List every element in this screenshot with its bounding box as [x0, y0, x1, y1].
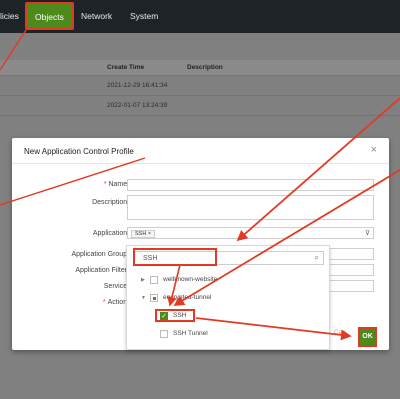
row-create-time: 2022-01-07 13:24:39 — [107, 102, 168, 109]
tree-item-wellknown-website[interactable]: wellknown-website — [163, 276, 217, 283]
top-nav: licies Objects Network System — [0, 0, 400, 33]
nav-item-network[interactable]: Network — [81, 11, 112, 21]
tree-checkbox[interactable] — [150, 276, 158, 284]
nav-item-system[interactable]: System — [130, 11, 158, 21]
table-row[interactable]: 2021-12-29 16:41:34 — [0, 76, 400, 96]
name-input[interactable] — [127, 179, 374, 191]
ok-button[interactable]: OK — [358, 327, 377, 347]
application-filter-label: Application Filter : — [75, 267, 131, 274]
nav-item-objects[interactable]: Objects — [25, 2, 74, 30]
application-label: Application : — [92, 230, 131, 237]
ssh-annotation-box — [155, 309, 195, 322]
tree-item-encrypted-tunnel[interactable]: encrypted-tunnel — [163, 294, 211, 301]
dialog-title: New Application Control Profile — [24, 147, 134, 156]
application-tag-ssh[interactable]: SSH × — [131, 230, 156, 238]
nav-item-objects-label: Objects — [35, 12, 64, 22]
collapse-arrow-icon[interactable]: ▼ — [141, 295, 146, 301]
close-icon[interactable]: × — [371, 144, 377, 156]
table-header: Create Time Description — [0, 60, 400, 76]
description-label: Description : — [92, 199, 131, 206]
description-textarea[interactable] — [127, 195, 374, 220]
column-description: Description — [187, 64, 223, 71]
tree-item-ssh-tunnel[interactable]: SSH Tunnel — [173, 330, 208, 337]
column-create-time: Create Time — [107, 64, 145, 71]
tree-checkbox[interactable] — [150, 294, 158, 302]
search-annotation-box — [133, 248, 217, 266]
dialog-header: New Application Control Profile × — [12, 138, 389, 164]
cancel-button[interactable]: Can — [334, 329, 346, 336]
table-row[interactable]: 2022-01-07 13:24:39 — [0, 96, 400, 116]
search-icon[interactable]: ⌕ — [315, 253, 319, 263]
nav-item-policies[interactable]: licies — [0, 11, 19, 21]
filter-icon[interactable]: ⊽ — [365, 229, 370, 237]
expand-arrow-icon[interactable]: ▶ — [141, 277, 145, 283]
row-create-time: 2021-12-29 16:41:34 — [107, 82, 168, 89]
application-select[interactable]: SSH × ⊽ — [127, 227, 374, 239]
application-group-label: Application Group : — [71, 251, 131, 258]
tree-checkbox[interactable] — [160, 330, 168, 338]
